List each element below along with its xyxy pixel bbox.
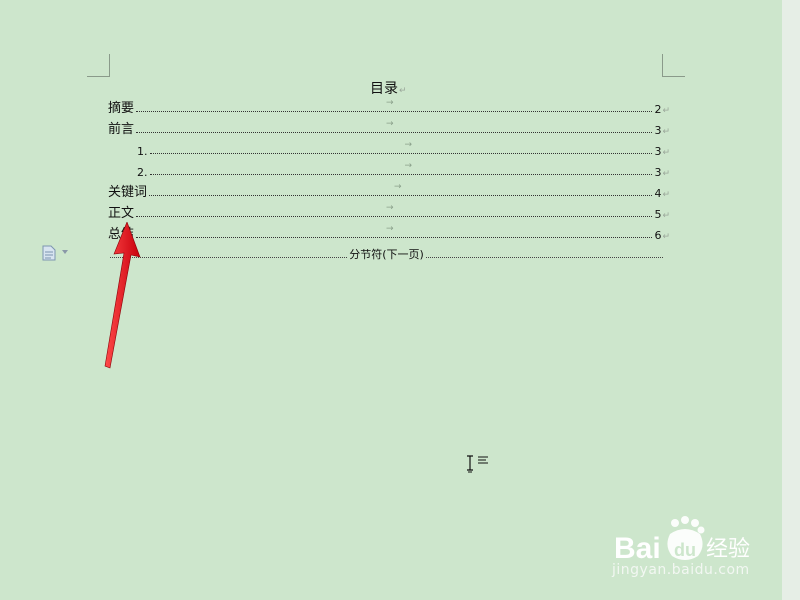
toc-dot-leader: → (149, 182, 653, 196)
toc-title-text: 目录 (370, 81, 398, 97)
toc-entry-label: 2. (137, 166, 148, 179)
toc-entry-page: 5 (654, 208, 662, 221)
tab-mark: → (386, 98, 394, 108)
watermark-cn-text: 经验 (706, 537, 750, 562)
page-corner-mark-top-left (87, 54, 110, 77)
paragraph-mark: ↵ (662, 127, 670, 137)
toc-entry-page: 3 (654, 166, 662, 179)
toc-dot-leader: → (136, 224, 653, 238)
toc-dot-leader: → (136, 203, 653, 217)
toc-entry-label: 关键词 (108, 185, 148, 200)
tab-mark: → (404, 140, 413, 150)
paragraph-mark: ↵ (662, 211, 670, 221)
text-cursor-icon (467, 455, 488, 473)
toc-entry-page: 6 (654, 229, 662, 242)
toc-entry[interactable]: 正文 → 5 ↵ (108, 203, 670, 221)
scrollbar-strip[interactable] (782, 0, 800, 600)
paragraph-mark: ↵ (662, 169, 670, 179)
toc-dot-leader: → (136, 119, 653, 133)
toc-entry-label: 1. (137, 145, 148, 158)
toc-entry[interactable]: 2. → 3 ↵ (137, 161, 670, 179)
tab-mark: → (386, 119, 394, 129)
dropdown-caret-icon[interactable] (62, 250, 68, 254)
watermark-paw-text: du (674, 540, 696, 560)
page-corner-mark-top-right (662, 54, 685, 77)
toc-dot-leader: → (136, 98, 653, 112)
toc-entry-page: 2 (654, 103, 662, 116)
toc-entry-label: 前言 (108, 122, 135, 137)
toc-entry[interactable]: 1. → 3 ↵ (137, 140, 670, 158)
toc-title[interactable]: 目录↵ (370, 78, 407, 98)
paragraph-mark: ↵ (399, 86, 407, 96)
baidu-jingyan-watermark-logo: Bai du 经验 (614, 516, 750, 565)
toc-dot-leader: → (149, 161, 653, 175)
tab-mark: → (386, 203, 394, 213)
align-left-icon (478, 456, 488, 464)
toc-dot-leader: → (149, 140, 653, 154)
toc-entry[interactable]: 摘要 → 2 ↵ (108, 98, 670, 116)
toc-entry-page: 3 (654, 145, 662, 158)
toc-entry-label: 正文 (108, 206, 135, 221)
toc-entry-label: 摘要 (108, 101, 135, 116)
toc-entry[interactable]: 前言 → 3 ↵ (108, 119, 670, 137)
toc-entry-page: 4 (654, 187, 662, 200)
tab-mark: → (394, 182, 402, 192)
tab-mark: → (386, 224, 394, 234)
annotation-arrow (104, 222, 141, 369)
tab-mark: → (404, 161, 413, 171)
toc-entry[interactable]: 总结 → 6 ↵ (108, 224, 670, 242)
toc-entry-page: 3 (654, 124, 662, 137)
paragraph-mark: ↵ (662, 232, 670, 242)
watermark-logo-text: Bai (614, 532, 661, 565)
section-break-line (425, 256, 663, 258)
document-icon[interactable] (42, 245, 56, 261)
paragraph-mark: ↵ (662, 190, 670, 200)
section-break[interactable]: 分节符(下一页) (110, 246, 663, 262)
paragraph-mark: ↵ (662, 106, 670, 116)
section-break-label: 分节符(下一页) (349, 248, 424, 261)
paragraph-mark: ↵ (662, 148, 670, 158)
toc-entry[interactable]: 关键词 → 4 ↵ (108, 182, 670, 200)
watermark-url: jingyan.baidu.com (612, 562, 750, 578)
